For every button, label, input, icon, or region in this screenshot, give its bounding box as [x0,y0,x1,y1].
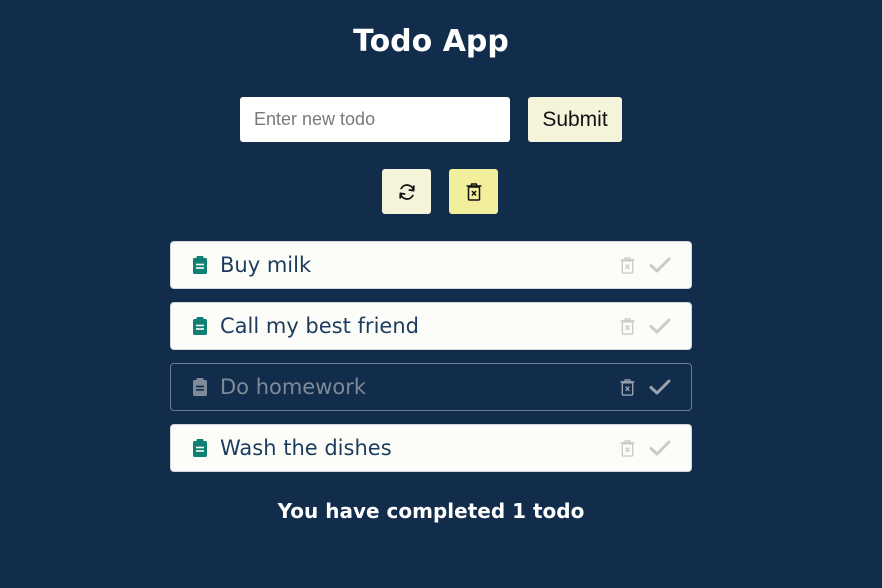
trash-x-icon [465,182,483,202]
todo-item-completed: Do homework [170,363,692,411]
app-title: Todo App [353,24,509,59]
refresh-icon [397,182,417,202]
delete-todo-icon[interactable] [617,376,637,398]
completed-summary: You have completed 1 todo [277,499,585,523]
todo-item: Buy milk [170,241,692,289]
todo-list: Buy milk Call my best friend Do homework… [170,241,692,485]
clear-completed-button[interactable] [449,169,498,214]
todo-text: Wash the dishes [220,436,392,460]
note-icon [191,376,209,398]
todo-item: Call my best friend [170,302,692,350]
refresh-button[interactable] [382,169,431,214]
todo-text: Buy milk [220,253,312,277]
note-icon [191,437,209,459]
todo-text: Do homework [220,375,367,399]
complete-todo-icon[interactable] [649,376,671,398]
note-icon [191,315,209,337]
submit-button[interactable]: Submit [528,97,622,142]
delete-todo-icon[interactable] [617,254,637,276]
new-todo-input[interactable] [240,97,510,142]
new-todo-form: Submit [240,97,622,142]
note-icon [191,254,209,276]
delete-todo-icon[interactable] [617,437,637,459]
todo-item: Wash the dishes [170,424,692,472]
todo-text: Call my best friend [220,314,419,338]
list-actions [382,169,498,214]
delete-todo-icon[interactable] [617,315,637,337]
complete-todo-icon[interactable] [649,315,671,337]
complete-todo-icon[interactable] [649,254,671,276]
complete-todo-icon[interactable] [649,437,671,459]
